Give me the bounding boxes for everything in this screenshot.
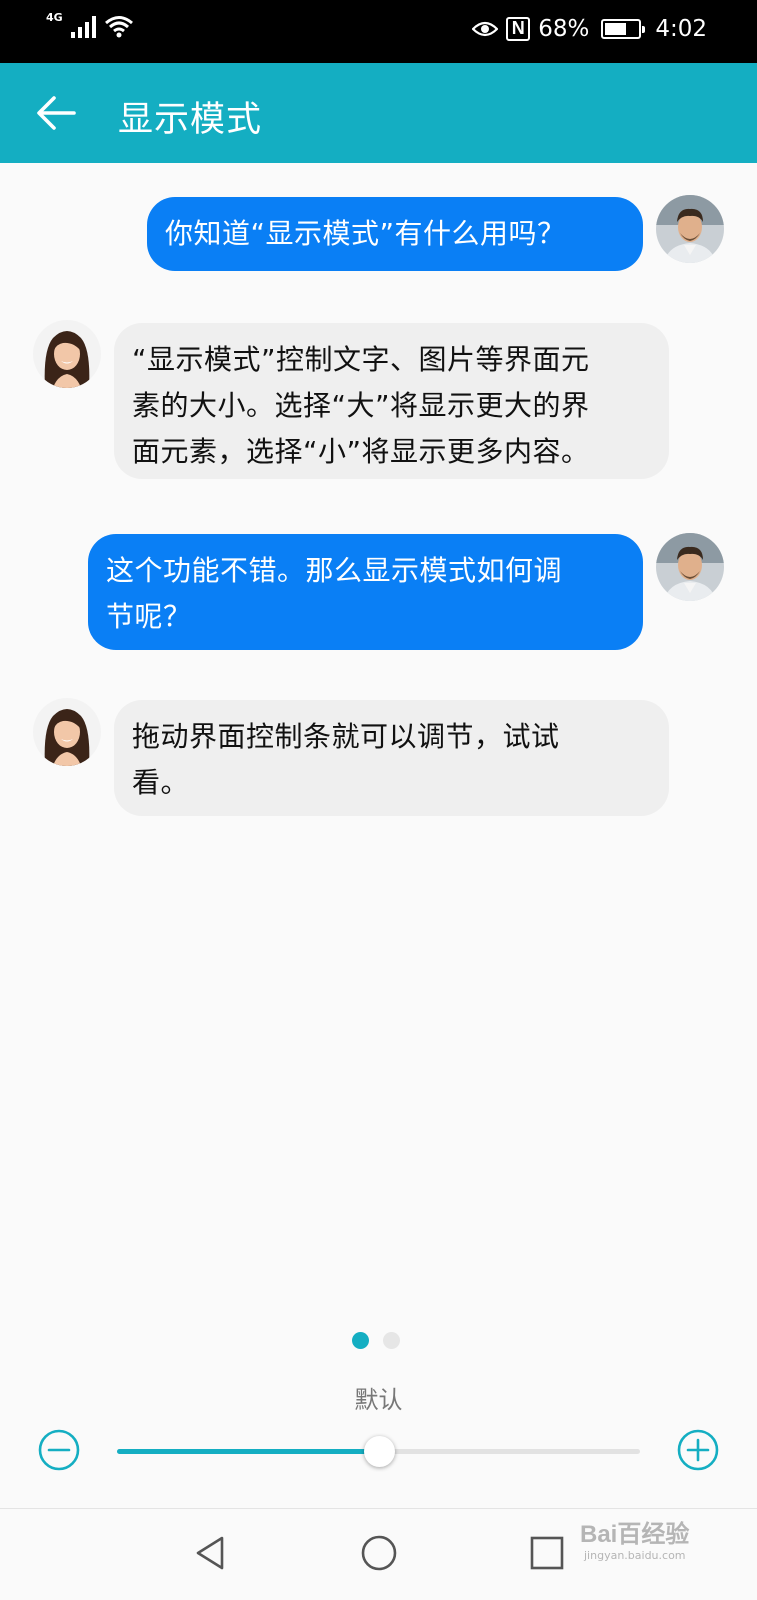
user-message-bubble: 这个功能不错。那么显示模式如何调 节呢？ [88, 534, 643, 650]
size-level-label: 默认 [354, 1386, 403, 1414]
page-dot[interactable] [383, 1332, 400, 1349]
battery-percent: 68% [538, 16, 590, 42]
arrow-left-icon[interactable] [34, 93, 78, 133]
message-line: 素的大小。选择“大”将显示更大的界 [132, 389, 590, 422]
page-indicator [352, 1332, 400, 1349]
wifi-icon [104, 16, 133, 38]
watermark-url: jingyan.baidu.com [584, 1549, 686, 1562]
message-line: 这个功能不错。那么显示模式如何调 [106, 554, 563, 587]
message-line: 节呢？ [106, 600, 192, 633]
status-left: 4G [46, 11, 134, 38]
slider-track-fill [117, 1449, 379, 1454]
battery-icon [601, 19, 646, 39]
user-avatar [656, 533, 724, 601]
message-line: 看。 [132, 766, 190, 799]
message-text: 你知道“显示模式”有什么用吗？ [165, 217, 566, 250]
user-message-bubble: 你知道“显示模式”有什么用吗？ [147, 197, 643, 271]
clock: 4:02 [655, 16, 707, 42]
battery-level-fill [605, 23, 626, 35]
user-avatar [656, 195, 724, 263]
plus-circle-icon[interactable] [676, 1428, 720, 1472]
message-line: “显示模式”控制文字、图片等界面元 [132, 343, 590, 376]
page-title: 显示模式 [118, 100, 263, 140]
message-line: 拖动界面控制条就可以调节，试试 [132, 720, 560, 753]
message-line: 面元素，选择“小”将显示更多内容。 [132, 435, 590, 468]
status-bar: 4G N 68% 4:02 [0, 0, 757, 63]
assistant-avatar [33, 698, 101, 766]
watermark-logo: Bai百经验 [580, 1521, 690, 1548]
recents-square-icon[interactable] [527, 1533, 567, 1573]
baidu-jingyan-watermark: Bai百经验 jingyan.baidu.com [580, 1514, 689, 1562]
page-dot-active[interactable] [352, 1332, 369, 1349]
home-circle-icon[interactable] [359, 1533, 399, 1573]
slider-thumb[interactable] [363, 1436, 395, 1467]
network-type: 4G [46, 11, 63, 24]
signal-icon [70, 14, 96, 38]
nfc-icon: N [506, 17, 531, 41]
status-right: N 68% 4:02 [472, 16, 707, 42]
eye-comfort-icon [472, 21, 499, 37]
display-size-slider[interactable] [117, 1436, 640, 1467]
assistant-message-bubble: “显示模式”控制文字、图片等界面元 素的大小。选择“大”将显示更大的界 面元素，… [114, 323, 669, 479]
back-triangle-icon[interactable] [190, 1533, 230, 1573]
app-bar: 显示模式 [0, 63, 757, 163]
assistant-avatar [33, 320, 101, 388]
minus-circle-icon[interactable] [37, 1428, 81, 1472]
assistant-message-bubble: 拖动界面控制条就可以调节，试试 看。 [114, 700, 669, 816]
